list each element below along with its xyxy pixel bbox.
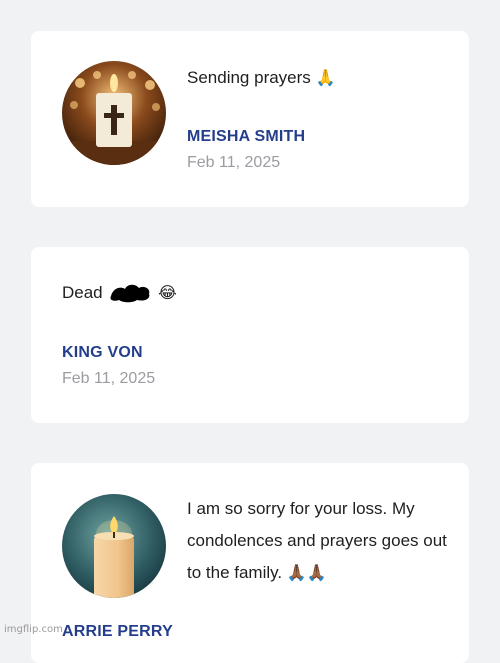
laughing-emoji: 😂 xyxy=(158,285,177,302)
scribble-redaction xyxy=(107,280,153,304)
candle-icon xyxy=(62,494,166,598)
comment-author[interactable]: ARRIE PERRY xyxy=(62,623,173,641)
comment-author[interactable]: MEISHA SMITH xyxy=(187,128,305,146)
comment-date: Feb 11, 2025 xyxy=(187,154,280,172)
avatar[interactable] xyxy=(62,61,166,165)
comment-message: Dead xyxy=(62,283,103,302)
comment-card: Sending prayers 🙏 MEISHA SMITH Feb 11, 2… xyxy=(31,31,469,207)
comment-text: Dead 😂 xyxy=(62,277,177,310)
comment-text: I am so sorry for your loss. My condolen… xyxy=(187,493,452,590)
watermark: imgflip.com xyxy=(4,624,63,635)
comment-text: Sending prayers 🙏 xyxy=(187,62,335,95)
praying-hands-emoji: 🙏🏾🙏🏾 xyxy=(287,565,327,582)
avatar[interactable] xyxy=(62,494,166,598)
comment-author[interactable]: KING VON xyxy=(62,344,143,362)
candle-cross-icon xyxy=(62,61,166,165)
comment-message: Sending prayers xyxy=(187,68,311,87)
comment-card: I am so sorry for your loss. My condolen… xyxy=(31,463,469,663)
comment-card: Dead 😂 KING VON Feb 11, 2025 xyxy=(31,247,469,423)
comment-date: Feb 11, 2025 xyxy=(62,370,155,388)
praying-hands-emoji: 🙏 xyxy=(316,70,336,87)
